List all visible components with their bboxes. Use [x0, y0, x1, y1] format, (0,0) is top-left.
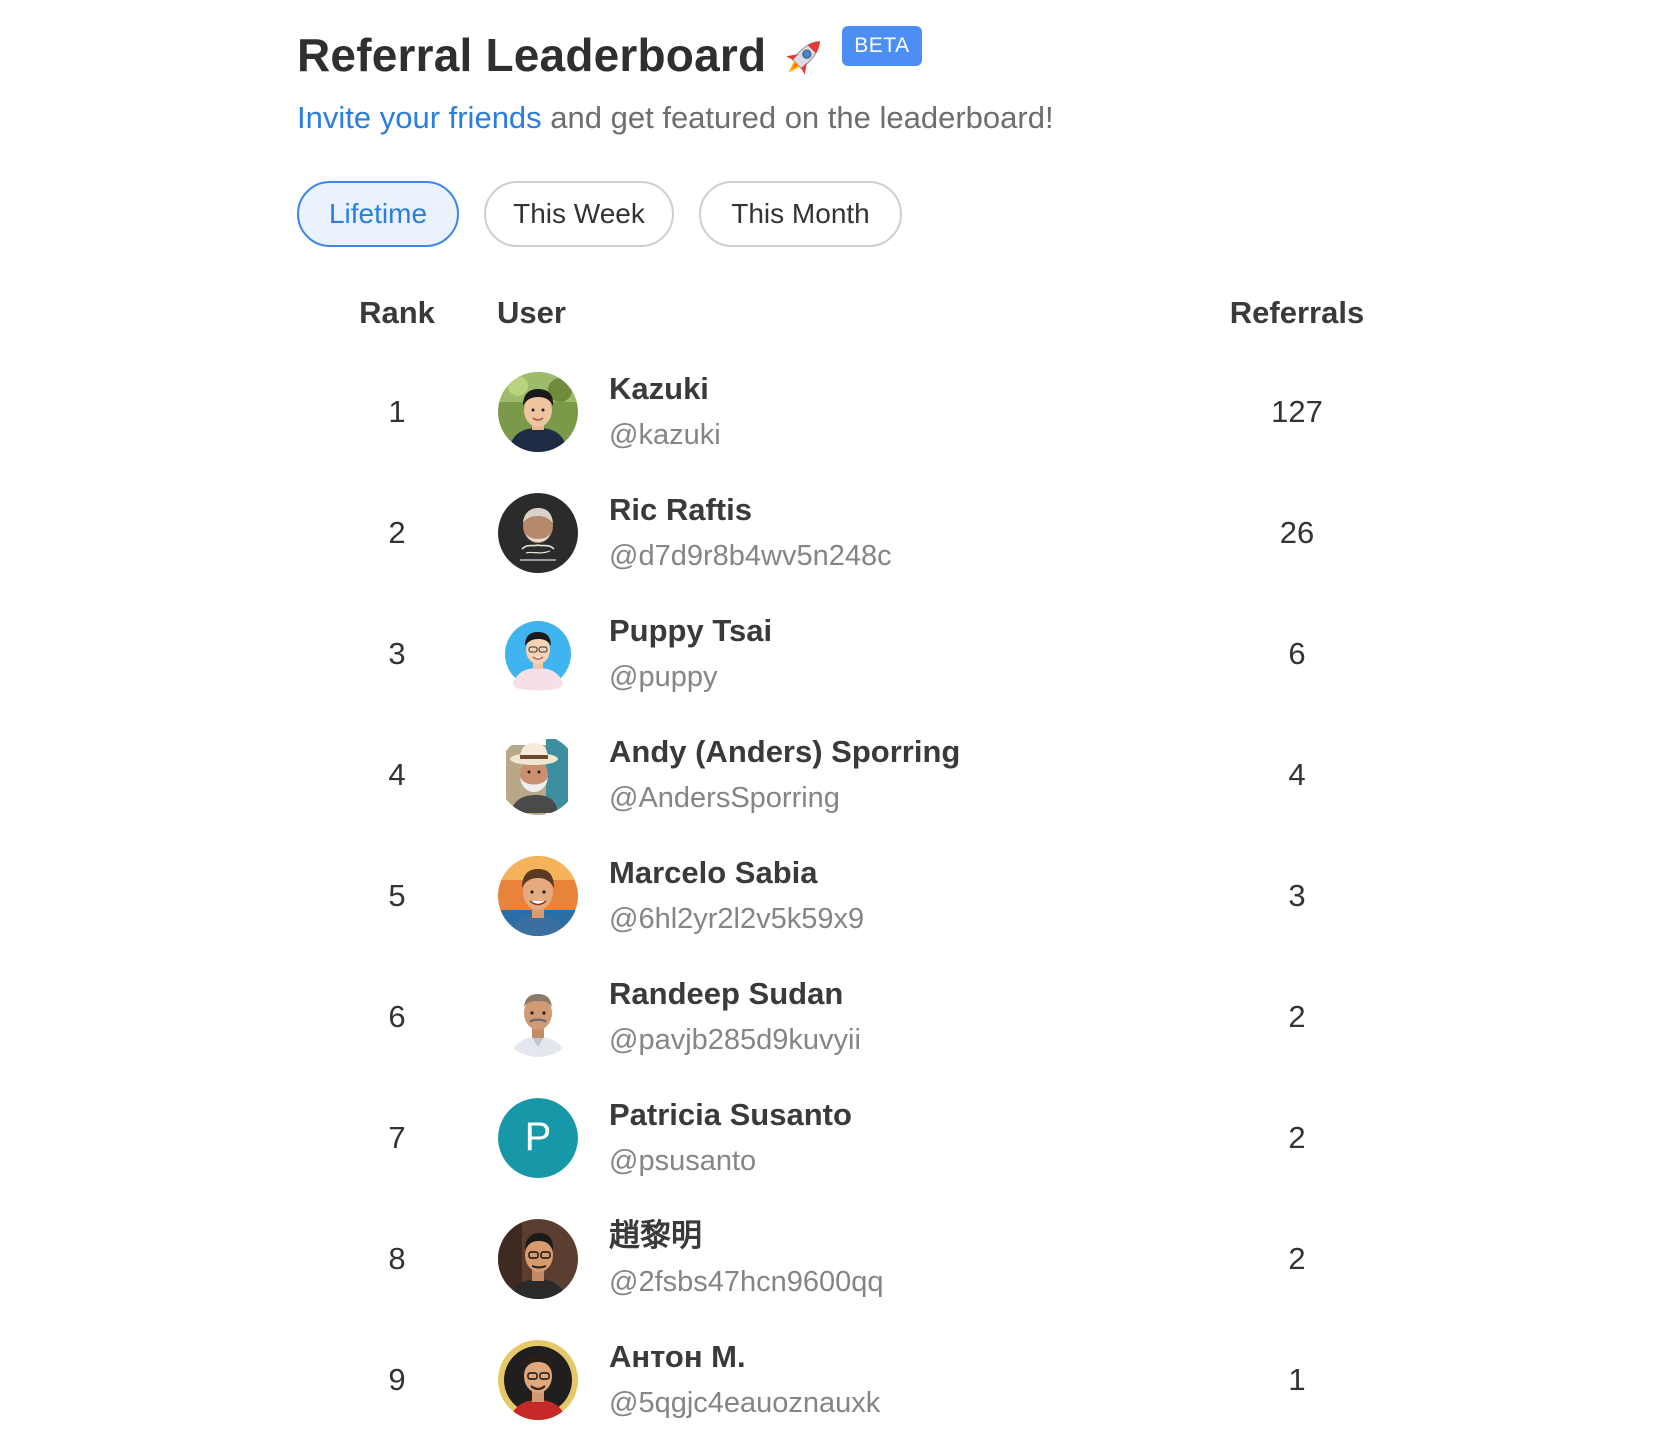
rank-cell: 9	[388, 1361, 406, 1397]
referrals-cell: 26	[1279, 514, 1315, 550]
tab-this-month[interactable]: This Month	[699, 181, 902, 247]
table-row: 5 Marcelo Sabia @6hl2yr2l2v5k59x9 3	[297, 835, 1397, 956]
user-handle: @2fsbs47hcn9600qq	[609, 1265, 884, 1298]
user-handle: @puppy	[609, 660, 718, 693]
tab-lifetime[interactable]: Lifetime	[297, 181, 459, 247]
column-header-referrals: Referrals	[1229, 295, 1365, 330]
user-handle: @d7d9r8b4wv5n248c	[609, 539, 892, 572]
referrals-cell: 127	[1271, 393, 1323, 429]
user-name[interactable]: Marcelo Sabia	[609, 853, 864, 893]
avatar[interactable]	[498, 976, 578, 1057]
user-cell: Kazuki @kazuki	[609, 351, 721, 472]
avatar[interactable]	[498, 492, 578, 573]
user-name[interactable]: Andy (Anders) Sporring	[609, 732, 960, 772]
user-cell: Randeep Sudan @pavjb285d9kuvyii	[609, 956, 861, 1077]
rank-cell: 7	[388, 1119, 406, 1155]
avatar[interactable]	[498, 1218, 578, 1299]
rank-cell: 2	[388, 514, 406, 550]
user-cell: Andy (Anders) Sporring @AndersSporring	[609, 714, 960, 835]
column-header-rank: Rank	[359, 295, 435, 330]
user-name[interactable]: Kazuki	[609, 369, 721, 409]
referrals-cell: 4	[1288, 756, 1306, 792]
user-handle: @5qgjc4eauoznauxk	[609, 1386, 881, 1419]
table-row: 1 Kazuki @kazuki 127	[297, 351, 1397, 472]
table-row: 3 Puppy Tsai @puppy 6	[297, 593, 1397, 714]
avatar-initial: P	[498, 1097, 578, 1178]
table-row: 9 Антон М. @5qgjc4eauoznauxk 1	[297, 1319, 1397, 1440]
avatar[interactable]	[498, 371, 578, 452]
avatar[interactable]	[498, 613, 578, 694]
user-name[interactable]: Антон М.	[609, 1337, 880, 1377]
column-header-user: User	[497, 295, 566, 330]
tab-this-week[interactable]: This Week	[484, 181, 674, 247]
rank-cell: 3	[388, 635, 406, 671]
user-name[interactable]: Puppy Tsai	[609, 611, 772, 651]
user-handle: @kazuki	[609, 418, 721, 451]
user-cell: Ric Raftis @d7d9r8b4wv5n248c	[609, 472, 892, 593]
table-row: 2 Ric Raftis @d7d9r8b4wv5n248c 26	[297, 472, 1397, 593]
rocket-icon	[778, 31, 830, 83]
table-header: Rank User Referrals	[297, 287, 1397, 351]
rank-cell: 5	[388, 877, 406, 913]
referrals-cell: 2	[1288, 998, 1306, 1034]
rank-cell: 4	[388, 756, 406, 792]
title-row: Referral Leaderboard BETA	[297, 26, 1397, 84]
referrals-cell: 6	[1288, 635, 1306, 671]
user-cell: Антон М. @5qgjc4eauoznauxk	[609, 1319, 880, 1440]
subtitle: Invite your friends and get featured on …	[297, 100, 1397, 136]
table-row: 8 趙黎明 @2fsbs47hcn9600qq 2	[297, 1198, 1397, 1319]
leaderboard-table: Rank User Referrals 1 Kazuki @kazuki 127…	[297, 287, 1397, 1440]
user-name[interactable]: Ric Raftis	[609, 490, 892, 530]
avatar[interactable]	[498, 1339, 578, 1420]
user-cell: Patricia Susanto @psusanto	[609, 1077, 852, 1198]
user-cell: 趙黎明 @2fsbs47hcn9600qq	[609, 1198, 884, 1319]
table-row: 6 Randeep Sudan @pavjb285d9kuvyii 2	[297, 956, 1397, 1077]
invite-friends-link[interactable]: Invite your friends	[297, 100, 542, 135]
rank-cell: 1	[388, 393, 406, 429]
referrals-cell: 2	[1288, 1119, 1306, 1155]
user-handle: @pavjb285d9kuvyii	[609, 1023, 861, 1056]
table-row: 7 P Patricia Susanto @psusanto 2	[297, 1077, 1397, 1198]
user-handle: @6hl2yr2l2v5k59x9	[609, 902, 865, 935]
rank-cell: 6	[388, 998, 406, 1034]
avatar[interactable]: P	[498, 1097, 578, 1178]
beta-badge: BETA	[842, 26, 922, 66]
leaderboard-page: Referral Leaderboard BETA Invite your fr…	[297, 26, 1397, 1440]
user-name[interactable]: Randeep Sudan	[609, 974, 861, 1014]
referrals-cell: 2	[1288, 1240, 1306, 1276]
user-name[interactable]: 趙黎明	[609, 1216, 884, 1256]
avatar[interactable]	[498, 734, 578, 815]
user-cell: Marcelo Sabia @6hl2yr2l2v5k59x9	[609, 835, 864, 956]
subtitle-text: and get featured on the leaderboard!	[541, 100, 1054, 135]
referrals-cell: 3	[1288, 877, 1306, 913]
page-title: Referral Leaderboard	[297, 29, 767, 81]
user-cell: Puppy Tsai @puppy	[609, 593, 772, 714]
avatar[interactable]	[498, 855, 578, 936]
rank-cell: 8	[388, 1240, 406, 1276]
period-tabs: Lifetime This Week This Month	[297, 181, 1397, 247]
user-name[interactable]: Patricia Susanto	[609, 1095, 852, 1135]
referrals-cell: 1	[1288, 1361, 1306, 1397]
table-row: 4 Andy (Anders) Sporring @AndersSporring…	[297, 714, 1397, 835]
user-handle: @psusanto	[609, 1144, 757, 1177]
user-handle: @AndersSporring	[609, 781, 840, 814]
